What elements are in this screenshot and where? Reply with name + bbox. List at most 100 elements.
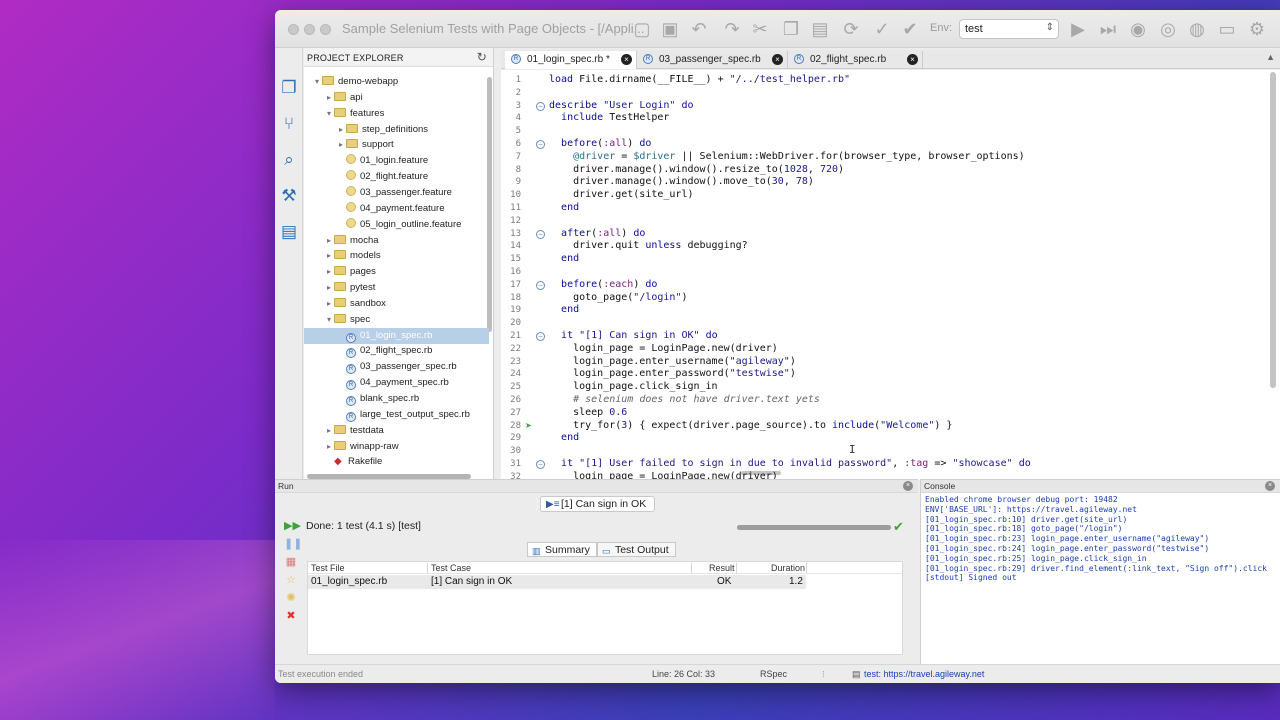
tree-file[interactable]: R 01_login_spec.rb <box>304 327 489 344</box>
check-syntax-icon[interactable]: ✓ <box>871 18 893 40</box>
chevron-down-icon[interactable]: ▾ <box>312 74 322 90</box>
env-select[interactable]: test ⇕ <box>959 19 1059 39</box>
column-header-result[interactable]: Result <box>709 562 735 574</box>
target-url[interactable]: test: https://travel.agileway.net <box>864 669 984 679</box>
chevron-down-icon[interactable]: ▾ <box>324 312 334 328</box>
tree-folder[interactable]: ▾ spec <box>304 312 489 328</box>
current-test-button[interactable]: ▶≡ [1] Can sign in OK <box>540 496 656 512</box>
new-file-icon[interactable]: ▢ <box>631 18 653 40</box>
tree-folder[interactable]: ▸ step_definitions <box>304 122 489 138</box>
close-icon[interactable]: × <box>903 481 913 491</box>
clear-icon[interactable]: ✖ <box>284 610 298 622</box>
cut-icon[interactable]: ✂ <box>749 18 771 40</box>
ruby-file-icon: R <box>346 348 356 359</box>
tree-file[interactable]: 04_payment.feature <box>304 201 489 217</box>
minimize-window-button[interactable] <box>304 24 315 35</box>
tree-folder[interactable]: ▾ demo-webapp <box>304 74 489 90</box>
tab-03-passenger-spec[interactable]: R 03_passenger_spec.rb × <box>637 51 788 69</box>
resize-grip-icon[interactable]: ⁝ <box>822 669 825 680</box>
tree-folder[interactable]: ▾ features <box>304 106 489 122</box>
screenshot-icon[interactable]: ▭ <box>1216 18 1238 40</box>
chevron-right-icon[interactable]: ▸ <box>324 264 334 280</box>
git-branch-icon[interactable]: ⑂ <box>279 114 299 134</box>
rerun-all-icon[interactable]: ▶▶ <box>284 520 301 532</box>
column-header-test-file[interactable]: Test File <box>311 562 345 574</box>
pause-icon[interactable]: ❚❚ <box>284 538 302 550</box>
settings-icon[interactable]: ⚙ <box>1246 18 1268 40</box>
tab-test-output[interactable]: ▭ Test Output <box>596 542 676 557</box>
chevron-right-icon[interactable]: ▸ <box>324 233 334 249</box>
tree-file[interactable]: 05_login_outline.feature <box>304 217 489 233</box>
find-replace-icon[interactable]: ⟳ <box>840 18 862 40</box>
tree-file[interactable]: 03_passenger.feature <box>304 185 489 201</box>
tab-01-login-spec[interactable]: R 01_login_spec.rb * × <box>505 51 637 69</box>
column-header-test-case[interactable]: Test Case <box>431 562 471 574</box>
fold-toggle-icon[interactable]: − <box>536 280 545 290</box>
tree-folder[interactable]: ▸ models <box>304 248 489 264</box>
star-icon[interactable]: ☆ <box>284 574 298 586</box>
chevron-right-icon[interactable]: ▸ <box>324 439 334 455</box>
zoom-window-button[interactable] <box>320 24 331 35</box>
globe-icon[interactable]: ◍ <box>1186 18 1208 40</box>
tree-file[interactable]: R 04_payment_spec.rb <box>304 375 489 391</box>
tree-file[interactable]: R 02_flight_spec.rb <box>304 343 489 359</box>
tree-folder[interactable]: ▸ api <box>304 90 489 106</box>
run-icon[interactable]: ▶ <box>1067 18 1089 40</box>
tree-file[interactable]: Rblank_spec.rb <box>304 391 489 407</box>
tree-folder[interactable]: ▸ pages <box>304 264 489 280</box>
chevron-right-icon[interactable]: ▸ <box>324 90 334 106</box>
browser-icon[interactable]: ◎ <box>1157 18 1179 40</box>
refresh-icon[interactable]: ↻ <box>477 50 487 64</box>
tree-folder[interactable]: ▸ sandbox <box>304 296 489 312</box>
close-window-button[interactable] <box>288 24 299 35</box>
paste-icon[interactable]: ▤ <box>809 18 831 40</box>
run-all-icon[interactable]: ⏭ <box>1097 18 1119 40</box>
tree-file[interactable]: 01_login.feature <box>304 153 489 169</box>
close-icon[interactable]: × <box>1265 481 1275 491</box>
chevron-right-icon[interactable]: ▸ <box>324 296 334 312</box>
save-icon[interactable]: ▣ <box>659 18 681 40</box>
undo-icon[interactable]: ↶ <box>688 18 710 40</box>
code-editor[interactable]: 1 2 3−4 5 6−7 8 9 10 11 12 13−14 15 16 17−18 19 20 21−22… <box>501 70 1280 480</box>
close-icon[interactable]: × <box>907 54 918 65</box>
fold-toggle-icon[interactable]: − <box>536 140 545 149</box>
tree-folder[interactable]: ▸ pytest <box>304 280 489 296</box>
tree-file[interactable]: R 03_passenger_spec.rb <box>304 359 489 375</box>
close-icon[interactable]: × <box>772 54 783 65</box>
tree-folder[interactable]: ▸ testdata <box>304 423 489 439</box>
tree-folder[interactable]: ▸ winapp-raw <box>304 439 489 455</box>
stop-icon[interactable]: ▦ <box>284 556 298 568</box>
search-icon[interactable]: ⌕ <box>279 150 299 170</box>
tree-file[interactable]: ◆ Rakefile <box>304 454 489 470</box>
fold-toggle-icon[interactable]: − <box>536 332 545 341</box>
tab-02-flight-spec[interactable]: R 02_flight_spec.rb × <box>788 51 923 69</box>
bulb-icon[interactable]: ✺ <box>284 592 298 604</box>
tabs-scroll-up-icon[interactable]: ▲ <box>1266 52 1275 62</box>
table-row[interactable]: 01_login_spec.rb [1] Can sign in OK OK 1… <box>308 575 806 589</box>
chevron-right-icon[interactable]: ▸ <box>324 280 334 296</box>
chevron-right-icon[interactable]: ▸ <box>336 122 346 138</box>
chevron-right-icon[interactable]: ▸ <box>336 137 346 153</box>
test-tools-icon[interactable]: ⚒ <box>279 186 299 206</box>
tree-folder[interactable]: ▸ support <box>304 137 489 153</box>
chevron-down-icon[interactable]: ▾ <box>324 106 334 122</box>
tree-file[interactable]: 02_flight.feature <box>304 169 489 185</box>
fold-toggle-icon[interactable]: − <box>536 229 545 239</box>
copy-icon[interactable]: ❐ <box>780 18 802 40</box>
tab-summary[interactable]: ▥ Summary <box>527 542 597 557</box>
files-icon[interactable]: ❐ <box>279 78 299 98</box>
chevron-right-icon[interactable]: ▸ <box>324 248 334 264</box>
close-icon[interactable]: × <box>621 54 632 65</box>
notes-icon[interactable]: ▤ <box>279 222 299 242</box>
line-number: 7 <box>515 151 521 162</box>
fold-toggle-icon[interactable]: − <box>536 101 545 111</box>
redo-icon[interactable]: ↷ <box>721 18 743 40</box>
record-icon[interactable]: ◉ <box>1127 18 1149 40</box>
tree-file[interactable]: Rlarge_test_output_spec.rb <box>304 407 489 423</box>
fold-toggle-icon[interactable]: − <box>536 460 545 469</box>
validate-icon[interactable]: ✔ <box>899 18 921 40</box>
column-header-duration[interactable]: Duration <box>771 562 805 574</box>
chevron-right-icon[interactable]: ▸ <box>324 423 334 439</box>
tree-folder[interactable]: ▸ mocha <box>304 233 489 249</box>
editor-vertical-scrollbar[interactable] <box>1270 72 1276 388</box>
